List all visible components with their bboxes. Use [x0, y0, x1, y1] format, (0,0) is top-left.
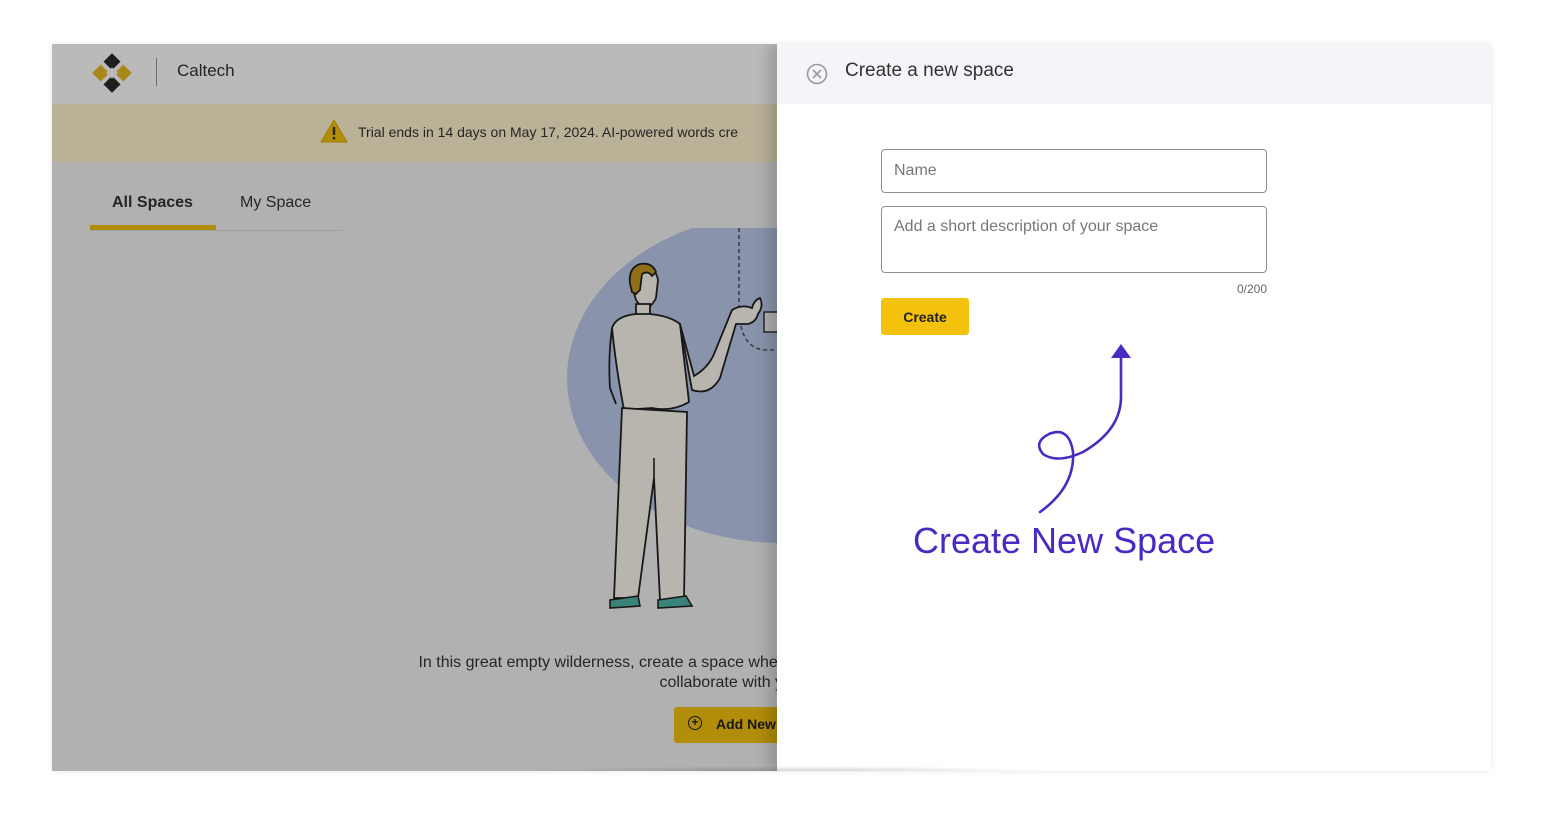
close-circle-icon[interactable]	[806, 63, 828, 85]
bottom-shadow	[532, 766, 1052, 771]
annotation-arrow	[1037, 344, 1131, 514]
create-space-drawer: Create a new space 0/200 Create Create N…	[777, 44, 1491, 771]
drawer-header: Create a new space	[777, 44, 1491, 104]
space-description-input[interactable]	[881, 206, 1267, 273]
create-button[interactable]: Create	[881, 298, 969, 335]
description-char-count: 0/200	[1236, 282, 1267, 296]
drawer-title: Create a new space	[845, 60, 1014, 81]
app-frame: Caltech Trial ends in 14 days on May 17,…	[52, 44, 1491, 771]
space-name-input[interactable]	[881, 149, 1267, 193]
annotation-label: Create New Space	[913, 520, 1216, 561]
